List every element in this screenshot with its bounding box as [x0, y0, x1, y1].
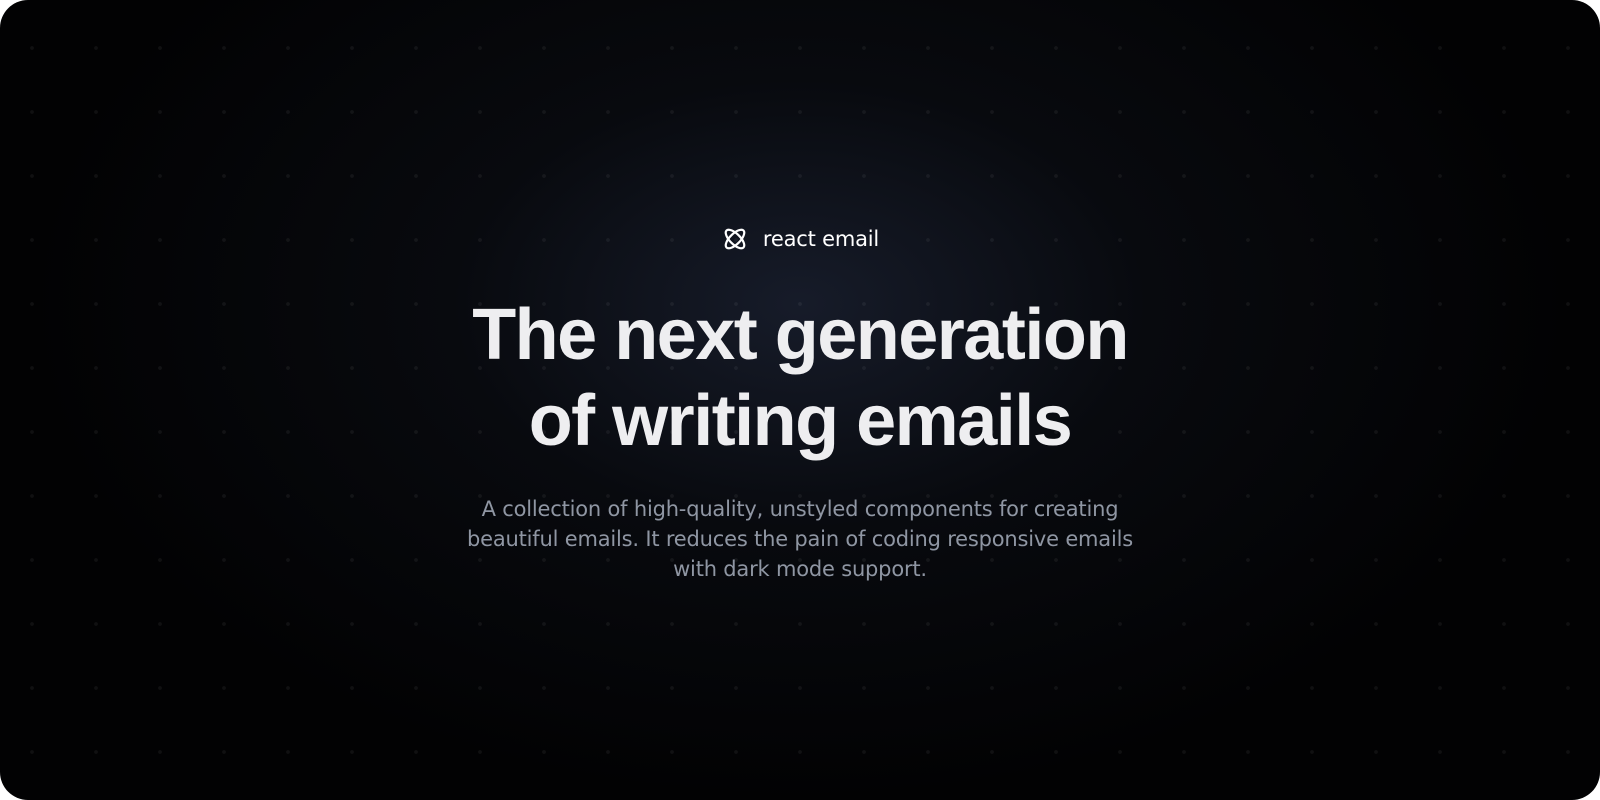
description-line: beautiful emails. It reduces the pain of…: [467, 527, 1133, 551]
atom-logo-icon: [724, 228, 746, 250]
brand-logo[interactable]: react email: [0, 223, 1600, 255]
hero-description: A collection of high-quality, unstyled c…: [400, 494, 1200, 584]
hero-headline: The next generation of writing emails: [0, 292, 1600, 464]
brand-name: react email: [762, 227, 880, 251]
description-line: with dark mode support.: [673, 557, 927, 581]
headline-line: The next generation: [472, 295, 1129, 375]
headline-line: of writing emails: [528, 381, 1073, 461]
hero-card: react email The next generation of writi…: [0, 0, 1600, 800]
description-line: A collection of high-quality, unstyled c…: [481, 497, 1119, 521]
hero-content: react email The next generation of writi…: [0, 0, 1600, 800]
